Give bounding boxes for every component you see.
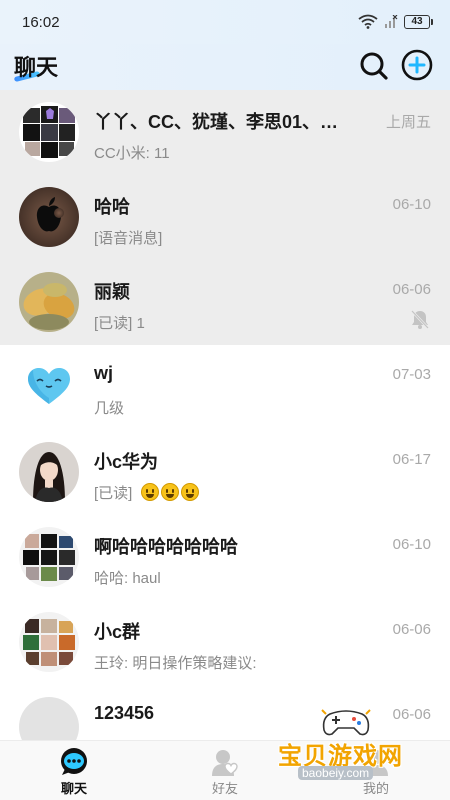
chat-row[interactable]: 哈哈 [语音消息] 06-10 xyxy=(0,175,450,260)
chat-preview: 哈哈: haul xyxy=(94,570,161,587)
chat-time: 06-06 xyxy=(392,281,431,298)
chat-list: 丫丫、CC、犹瑾、李思01、… CC小米: 11 上周五 哈哈 [语音消息] 0… xyxy=(0,90,450,740)
header: 聊天 xyxy=(0,44,450,90)
watermark: 宝贝游戏网 baobeiy.com xyxy=(274,706,424,786)
chat-time: 06-06 xyxy=(392,621,431,638)
chat-row[interactable]: 小c华为 [已读] 06-17 xyxy=(0,430,450,515)
chat-row[interactable]: 啊哈哈哈哈哈哈哈 哈哈: haul 06-10 xyxy=(0,515,450,600)
add-icon[interactable] xyxy=(400,48,434,82)
chat-row[interactable]: 小c群 王玲: 明日操作策略建议: 06-06 xyxy=(0,600,450,685)
chat-preview: 几级 xyxy=(94,400,125,417)
chat-preview: 王玲: 明日操作策略建议: xyxy=(94,655,257,672)
heart-avatar xyxy=(19,357,79,417)
tab-label: 好友 xyxy=(211,781,238,796)
chat-time: 06-10 xyxy=(392,196,431,213)
apple-avatar xyxy=(19,187,79,247)
smile-emoji-icon xyxy=(180,483,199,501)
girl-avatar xyxy=(19,442,79,502)
chat-time: 06-10 xyxy=(392,536,431,553)
chat-preview: [语音消息] xyxy=(94,230,163,247)
battery-icon: 43 xyxy=(404,14,433,29)
smile-emoji-icon xyxy=(160,483,179,501)
chat-time: 上周五 xyxy=(385,114,431,131)
smile-emoji-icon xyxy=(140,483,159,501)
gamepad-icon xyxy=(321,709,371,736)
group-avatar xyxy=(19,527,79,587)
status-bar: 16:02 43 xyxy=(0,0,450,44)
default-avatar xyxy=(19,697,79,740)
chat-time: 06-17 xyxy=(392,451,431,468)
search-icon[interactable] xyxy=(358,50,390,82)
chat-name: 啊哈哈哈哈哈哈哈 xyxy=(94,537,238,557)
chat-name: 小c群 xyxy=(94,622,141,642)
chat-name: 小c华为 xyxy=(94,452,159,472)
watermark-url: baobeiy.com xyxy=(298,766,374,780)
chat-name: 123456 xyxy=(94,703,155,723)
status-icons: 43 xyxy=(358,14,433,29)
friends-heart-icon xyxy=(212,750,238,776)
chat-row[interactable]: 丽颖 [已读] 1 06-06 xyxy=(0,260,450,345)
chat-row[interactable]: 丫丫、CC、犹瑾、李思01、… CC小米: 11 上周五 xyxy=(0,90,450,175)
page-title: 聊天 xyxy=(14,55,59,80)
chat-time: 07-03 xyxy=(392,366,431,383)
chat-name: 丽颖 xyxy=(94,282,130,302)
status-time: 16:02 xyxy=(22,14,60,31)
tab-friends[interactable]: 好友 xyxy=(175,741,275,800)
chat-name: 哈哈 xyxy=(94,197,130,217)
chat-name: 丫丫、CC、犹瑾、李思01、… xyxy=(94,112,339,132)
muted-bell-icon xyxy=(411,310,429,329)
chat-row[interactable]: wj 几级 07-03 xyxy=(0,345,450,430)
chat-bubble-icon xyxy=(61,748,87,775)
chat-name: wj xyxy=(94,363,114,383)
mango-avatar xyxy=(19,272,79,332)
group-avatar xyxy=(19,102,79,162)
no-signal-icon xyxy=(385,14,398,28)
group-avatar xyxy=(19,612,79,672)
chat-preview: [已读] xyxy=(94,482,201,503)
wifi-icon xyxy=(358,14,378,29)
chat-preview: CC小米: 11 xyxy=(94,145,170,162)
chat-preview: [已读] 1 xyxy=(94,315,145,332)
read-status: [已读] xyxy=(94,485,133,502)
tab-chat[interactable]: 聊天 xyxy=(24,741,124,800)
tab-label: 聊天 xyxy=(60,781,87,796)
